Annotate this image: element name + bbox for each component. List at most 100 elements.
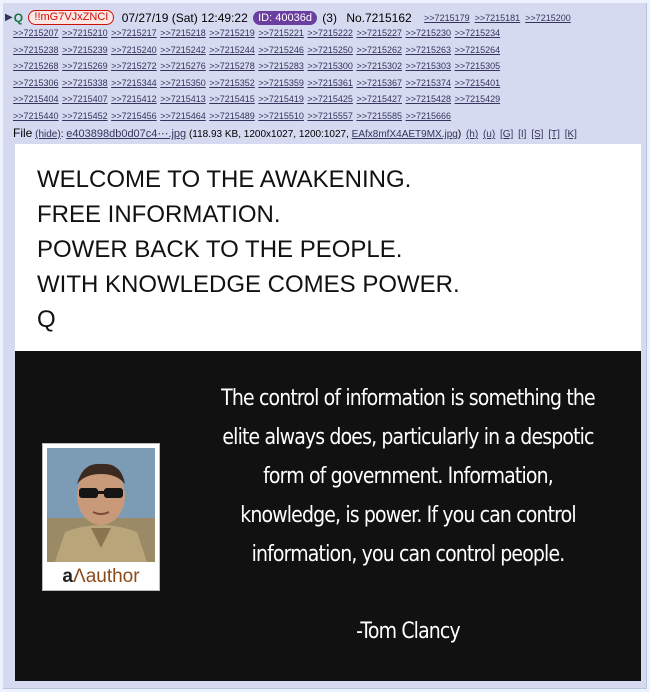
backlink[interactable]: >>7215456 (111, 108, 157, 125)
backlink[interactable]: >>7215218 (160, 25, 206, 42)
quote-text: The control of information is something … (215, 379, 602, 574)
tool-link-iqdb[interactable]: [I] (518, 129, 526, 140)
backlink[interactable]: >>7215250 (307, 42, 353, 59)
backlink[interactable]: >>7215240 (111, 42, 157, 59)
backlink[interactable]: >>7215230 (406, 25, 452, 42)
file-meta: (118.93 KB, 1200x1027, 1200:1027, (188, 129, 349, 140)
backlink[interactable]: >>7215234 (455, 25, 501, 42)
backlink[interactable]: >>7215585 (356, 108, 402, 125)
file-name-link[interactable]: e403898db0d07c4⋯.jpg (66, 128, 186, 140)
backlink[interactable]: >>7215306 (13, 75, 59, 92)
image-headline-text: WELCOME TO THE AWAKENING. FREE INFORMATI… (37, 162, 460, 337)
backlink[interactable]: >>7215429 (455, 91, 501, 108)
backlink[interactable]: >>7215303 (406, 58, 452, 75)
backlink[interactable]: >>7215227 (356, 25, 402, 42)
headline-line: WITH KNOWLEDGE COMES POWER. (37, 271, 460, 298)
tool-link-u[interactable]: (u) (483, 129, 495, 140)
backlink[interactable]: >>7215404 (13, 91, 59, 108)
backlink[interactable]: >>7215305 (455, 58, 501, 75)
quote-line: The control of information is something … (221, 386, 596, 411)
backlink[interactable]: >>7215181 (475, 13, 521, 23)
post-menu-arrow-icon[interactable]: ▶ (5, 10, 13, 26)
file-label: File (13, 126, 33, 140)
backlink[interactable]: >>7215221 (258, 25, 304, 42)
headline-line: WELCOME TO THE AWAKENING. (37, 166, 412, 193)
backlink[interactable]: >>7215179 (424, 13, 470, 23)
author-photo (47, 448, 155, 562)
quote-line: information, you can control people. (251, 542, 566, 567)
tool-link-karma[interactable]: [K] (565, 129, 577, 140)
backlink[interactable]: >>7215361 (307, 75, 353, 92)
tool-link-saucenao[interactable]: [S] (531, 129, 543, 140)
headline-line: Q (37, 306, 56, 333)
backlink[interactable]: >>7215415 (209, 91, 255, 108)
backlink[interactable]: >>7215359 (258, 75, 304, 92)
backlink[interactable]: >>7215283 (258, 58, 304, 75)
post-image[interactable]: WELCOME TO THE AWAKENING. FREE INFORMATI… (15, 144, 641, 681)
backlink[interactable]: >>7215263 (406, 42, 452, 59)
backlink[interactable]: >>7215207 (13, 25, 59, 42)
poster-name: Q (13, 10, 24, 25)
tool-link-google[interactable]: [G] (500, 129, 513, 140)
backlink[interactable]: >>7215278 (209, 58, 255, 75)
azquotes-author-logo: aΛauthor (62, 566, 140, 587)
post-header: ▶Q !!mG7VJxZNCI 07/27/19 (Sat) 12:49:22 … (5, 9, 643, 26)
backlink[interactable]: >>7215428 (406, 91, 452, 108)
original-file-name-link[interactable]: EAfx8mfX4AET9MX.jpg (352, 129, 458, 140)
backlink[interactable]: >>7215425 (307, 91, 353, 108)
tool-link-h[interactable]: (h) (466, 129, 478, 140)
backlink[interactable]: >>7215412 (111, 91, 157, 108)
backlink[interactable]: >>7215210 (62, 25, 108, 42)
backlink[interactable]: >>7215246 (258, 42, 304, 59)
backlink[interactable]: >>7215269 (62, 58, 108, 75)
quote-line: elite always does, particularly in a des… (222, 425, 594, 450)
backlink[interactable]: >>7215302 (356, 58, 402, 75)
backlink[interactable]: >>7215242 (160, 42, 206, 59)
backlink[interactable]: >>7215510 (258, 108, 304, 125)
backlink[interactable]: >>7215374 (406, 75, 452, 92)
backlink[interactable]: >>7215464 (160, 108, 206, 125)
hide-link[interactable]: (hide) (35, 129, 61, 140)
backlink[interactable]: >>7215219 (209, 25, 255, 42)
backlink[interactable]: >>7215407 (62, 91, 108, 108)
backlink[interactable]: >>7215557 (307, 108, 353, 125)
backlink[interactable]: >>7215244 (209, 42, 255, 59)
headline-line: POWER BACK TO THE PEOPLE. (37, 236, 403, 263)
backlink-row: >>7215404 >>7215407 >>7215412 >>7215413 >>72… (13, 91, 643, 108)
backlink-row: >>7215238 >>7215239 >>7215240 >>7215242 >>72… (13, 42, 643, 59)
backlink[interactable]: >>7215489 (209, 108, 255, 125)
backlink[interactable]: >>7215352 (209, 75, 255, 92)
backlink[interactable]: >>7215272 (111, 58, 157, 75)
id-post-count: (3) (322, 10, 337, 25)
backlink[interactable]: >>7215268 (13, 58, 59, 75)
backlink[interactable]: >>7215239 (62, 42, 108, 59)
backlink[interactable]: >>7215238 (13, 42, 59, 59)
post-number-link[interactable]: No.7215162 (346, 10, 411, 26)
backlink[interactable]: >>7215344 (111, 75, 157, 92)
backlink[interactable]: >>7215350 (160, 75, 206, 92)
backlink[interactable]: >>7215276 (160, 58, 206, 75)
backlink[interactable]: >>7215452 (62, 108, 108, 125)
backlink[interactable]: >>7215367 (356, 75, 402, 92)
backlink[interactable]: >>7215264 (455, 42, 501, 59)
tripcode: !!mG7VJxZNCI (28, 10, 115, 26)
backlink[interactable]: >>7215401 (455, 75, 501, 92)
backlink[interactable]: >>7215217 (111, 25, 157, 42)
backlink[interactable]: >>7215262 (356, 42, 402, 59)
backlink[interactable]: >>7215427 (356, 91, 402, 108)
backlink[interactable]: >>7215413 (160, 91, 206, 108)
file-info: File (hide): e403898db0d07c4⋯.jpg (118.9… (13, 126, 577, 140)
backlink[interactable]: >>7215200 (525, 13, 571, 23)
tool-link-tineye[interactable]: [T] (548, 129, 560, 140)
author-photo-illustration (47, 448, 155, 562)
poster-id-badge[interactable]: ID: 40036d (253, 10, 317, 25)
quote-line: knowledge, is power. If you can control (240, 503, 576, 528)
backlink[interactable]: >>7215300 (307, 58, 353, 75)
backlink[interactable]: >>7215338 (62, 75, 108, 92)
post-date: 07/27/19 (Sat) 12:49:22 (121, 10, 248, 25)
backlink[interactable]: >>7215222 (307, 25, 353, 42)
backlink[interactable]: >>7215666 (406, 108, 452, 125)
backlink-row: >>7215440 >>7215452 >>7215456 >>7215464 >>72… (13, 108, 643, 125)
backlink[interactable]: >>7215419 (258, 91, 304, 108)
backlink[interactable]: >>7215440 (13, 108, 59, 125)
